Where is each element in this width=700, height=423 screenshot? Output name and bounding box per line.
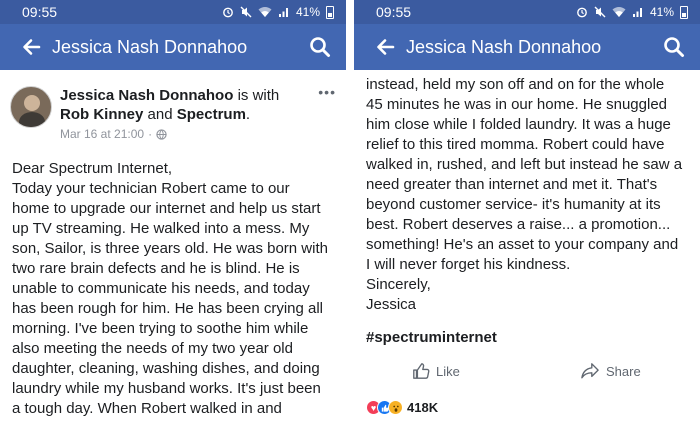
post-timestamp[interactable]: Mar 16 at 21:00 (60, 127, 144, 141)
post-line: something! He's an asset to your company… (366, 236, 679, 253)
post-line: Today your technician Robert came to our (12, 180, 290, 197)
like-label: Like (436, 363, 460, 379)
mute-icon (240, 6, 252, 18)
post-line: need greater than internet and met it. T… (366, 176, 658, 193)
share-label: Share (606, 363, 641, 379)
hashtag-link[interactable]: #spectruminternet (354, 315, 700, 346)
author-name[interactable]: Jessica Nash Donnahoo (60, 87, 233, 104)
with-text: is with (237, 87, 280, 104)
wow-reaction-icon (388, 400, 403, 415)
post-line: him close while I folded laundry. It was… (366, 116, 671, 133)
post-line: also meeting the needs of my two year ol… (12, 340, 293, 357)
tagged-person[interactable]: Rob Kinney (60, 106, 143, 123)
alarm-icon (223, 7, 233, 18)
post-line: best. Robert deserves a raise... a promo… (366, 216, 671, 233)
post-line: Sincerely, (366, 276, 431, 293)
back-arrow-icon[interactable] (372, 34, 398, 60)
battery-icon (680, 5, 688, 19)
wifi-icon (612, 7, 626, 17)
left-screenshot: 09:55 41% Jessica Nash Donnahoo Jessica … (0, 0, 346, 423)
post-line: home to upgrade our internet and help us… (12, 200, 321, 217)
battery-percent: 41% (295, 5, 320, 19)
post-line: morning. I've been trying to soothe him … (12, 320, 309, 337)
post-line: laundry while my husband works. It's jus… (12, 380, 321, 397)
status-time: 09:55 (376, 4, 412, 20)
tagged-page[interactable]: Spectrum (177, 106, 246, 123)
post-body-part-2: instead, held my son off and on for the … (354, 70, 700, 315)
back-arrow-icon[interactable] (18, 34, 44, 60)
meta-separator: · (148, 127, 153, 141)
post-line: Dear Spectrum Internet, (12, 160, 173, 177)
post-line: Jessica (366, 296, 417, 313)
post-line: unable to communicate his needs, and tod… (12, 280, 310, 297)
share-arrow-icon (581, 363, 599, 379)
post-meta: Mar 16 at 21:00 · (60, 127, 310, 141)
globe-icon (156, 128, 167, 140)
post-line: son, Sailor, is three years old. He was … (12, 240, 328, 257)
alarm-icon (577, 7, 587, 18)
battery-icon (326, 5, 334, 19)
post-line: has been rough for him. He has been cryi… (12, 300, 324, 317)
reactions-summary[interactable]: ♥ 418K (366, 400, 438, 415)
like-button[interactable]: Like (412, 362, 460, 380)
status-bar: 09:55 41% (354, 0, 700, 24)
app-bar: Jessica Nash Donnahoo (0, 24, 346, 70)
post-line: 45 minutes he was in our home. He snuggl… (366, 96, 668, 113)
signal-icon (278, 8, 288, 17)
post-line: two rare brain defects and he is blind. … (12, 260, 300, 277)
post-actions: Like Share (354, 356, 700, 386)
post-line: daughter, cleaning, washing dishes, and … (12, 360, 320, 377)
post-line: I will never forget his kindness. (366, 256, 571, 273)
and-text: and (147, 106, 173, 123)
thumbs-up-icon (413, 363, 430, 379)
right-screenshot: 09:55 41% Jessica Nash Donnahoo instead,… (354, 0, 700, 423)
more-options-button[interactable]: ••• (318, 85, 336, 99)
status-bar: 09:55 41% (0, 0, 346, 24)
page-title: Jessica Nash Donnahoo (52, 36, 248, 57)
post-line: relief to this tired momma. Robert could… (366, 136, 665, 153)
post-line: beyond customer service- it's humanity a… (366, 196, 661, 213)
post-line: instead, held my son off and on for the … (366, 76, 665, 93)
period-text: . (245, 106, 251, 123)
post-line: up TV streaming. He walked into a mess. … (12, 220, 310, 237)
page-title: Jessica Nash Donnahoo (406, 36, 602, 57)
signal-icon (632, 8, 642, 17)
panel-divider (346, 0, 354, 423)
app-bar: Jessica Nash Donnahoo (354, 24, 700, 70)
search-icon[interactable] (306, 33, 334, 61)
post-line: walked in, rushed, and left but instead … (366, 156, 683, 173)
post-header: Jessica Nash Donnahoo is with Rob Kinney… (0, 70, 346, 141)
search-icon[interactable] (660, 33, 688, 61)
post-line: a tough day. When Robert walked in and (12, 400, 282, 417)
battery-percent: 41% (649, 5, 674, 19)
wifi-icon (258, 7, 272, 17)
mute-icon (594, 6, 606, 18)
avatar[interactable] (10, 86, 52, 128)
reaction-count: 418K (407, 400, 439, 415)
post-body-part-1: Dear Spectrum Internet, Today your techn… (0, 141, 346, 419)
share-button[interactable]: Share (580, 362, 641, 380)
status-time: 09:55 (22, 4, 58, 20)
